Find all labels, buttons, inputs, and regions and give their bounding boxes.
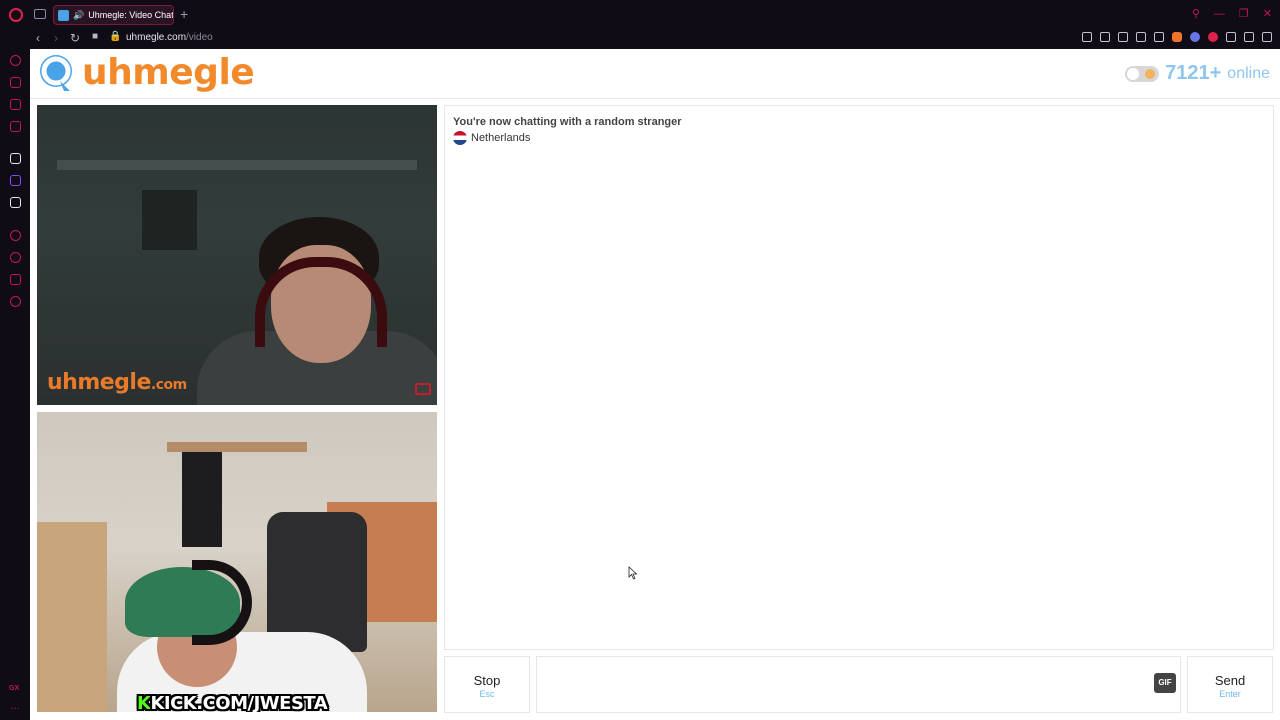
message-input[interactable] [536,656,1181,713]
extension-toolbar [1082,32,1272,42]
uhmegle-watermark: uhmegle.com [47,370,187,395]
minimize-button[interactable]: — [1214,8,1225,20]
chat-status: You're now chatting with a random strang… [453,116,682,128]
theme-toggle[interactable] [1125,65,1160,82]
bag-icon[interactable] [10,77,21,88]
video-background [57,160,417,170]
report-icon[interactable] [415,383,431,395]
video-background [167,442,307,452]
stranger-video: uhmegle.com [37,105,437,405]
chat-log[interactable]: You're now chatting with a random strang… [444,105,1274,650]
aria-icon[interactable] [10,153,21,164]
uhmegle-favicon-icon [58,9,69,21]
new-tab-button[interactable]: + [180,6,188,22]
online-label: online [1227,64,1270,82]
uhmegle-logo-icon[interactable] [38,53,78,93]
url-field[interactable]: uhmegle.com/video [126,32,213,43]
opera-logo-icon[interactable] [9,8,23,22]
ublock-extension-icon[interactable] [1208,32,1218,42]
mouse-cursor-icon [628,566,638,580]
close-button[interactable]: ✕ [1263,7,1272,20]
reload-icon[interactable]: ↻ [70,31,80,45]
url-path: /video [186,32,213,43]
settings-icon[interactable] [10,296,21,307]
stop-button[interactable]: Stop Esc [444,656,530,713]
puzzle-icon[interactable] [1226,32,1236,42]
lock-icon: 🔒 [109,31,122,42]
metamask-extension-icon[interactable] [1172,32,1182,42]
messenger-icon[interactable] [10,99,21,110]
extensions-icon[interactable] [10,274,21,285]
tab-switcher-icon[interactable] [34,9,46,19]
logo-text[interactable]: uhmegle [82,52,255,93]
browser-sidebar: GX … [0,49,30,720]
twitch-icon[interactable] [10,175,21,186]
speed-dial-icon[interactable] [10,55,21,66]
stranger-country: Netherlands [453,131,530,145]
player-icon[interactable] [10,230,21,241]
back-icon[interactable]: ‹ [36,31,40,45]
country-name: Netherlands [471,132,531,144]
video-background [182,452,222,547]
kick-overlay: KKICK.COM/JWESTA [137,693,328,712]
stop-label: Stop [473,673,501,688]
video-background [267,512,367,652]
online-counter: 7121+ online [1125,62,1270,85]
browser-tab-bar: 🔊 Uhmegle: Video Chat + ⚲ — ❐ ✕ [0,0,1280,29]
speaker-icon[interactable]: 🔊 [73,10,84,21]
more-icon[interactable]: … [10,701,20,712]
extension-icon[interactable] [1190,32,1200,42]
url-host: uhmegle.com [126,32,187,43]
uhmegle-page: uhmegle 7121+ online uhmegle.com KKICK.C… [30,49,1280,720]
address-bar: ‹ › ↻ ■ 🔒 uhmegle.com/video [0,29,1280,49]
online-count: 7121+ [1165,62,1222,84]
send-hint: Enter [1219,689,1241,699]
shield-icon[interactable] [1118,32,1128,42]
self-video: KKICK.COM/JWESTA [37,412,437,712]
site-header: uhmegle 7121+ online [30,49,1280,99]
history-icon[interactable] [10,252,21,263]
stop-hint: Esc [479,689,495,699]
window-controls: ⚲ — ❐ ✕ [1192,7,1272,21]
forward-icon[interactable]: › [54,31,58,45]
heart-icon[interactable] [1154,32,1164,42]
gif-button[interactable]: GIF [1154,673,1176,693]
watermark-suffix: .com [150,377,187,393]
kick-logo: K [137,693,151,712]
watermark-text: uhmegle [47,370,151,395]
browser-tab[interactable]: 🔊 Uhmegle: Video Chat [53,5,174,25]
player-icon[interactable] [1136,32,1146,42]
snapshot-icon[interactable] [1100,32,1110,42]
news-icon[interactable] [10,121,21,132]
netherlands-flag-icon [453,131,467,145]
send-button[interactable]: Send Enter [1187,656,1273,713]
video-background [142,190,197,250]
pin-icon[interactable] [1082,32,1092,42]
search-icon[interactable]: ⚲ [1192,7,1200,20]
restore-button[interactable]: ❐ [1239,7,1249,20]
menu-icon[interactable] [1262,32,1272,42]
x-icon[interactable] [10,197,21,208]
send-label: Send [1214,673,1246,688]
camera-icon[interactable]: ■ [92,31,98,42]
gx-icon[interactable]: GX [9,685,19,692]
video-background [37,522,107,712]
download-icon[interactable] [1244,32,1254,42]
tab-title: Uhmegle: Video Chat [88,10,174,20]
kick-url: KICK.COM/JWESTA [150,693,328,712]
